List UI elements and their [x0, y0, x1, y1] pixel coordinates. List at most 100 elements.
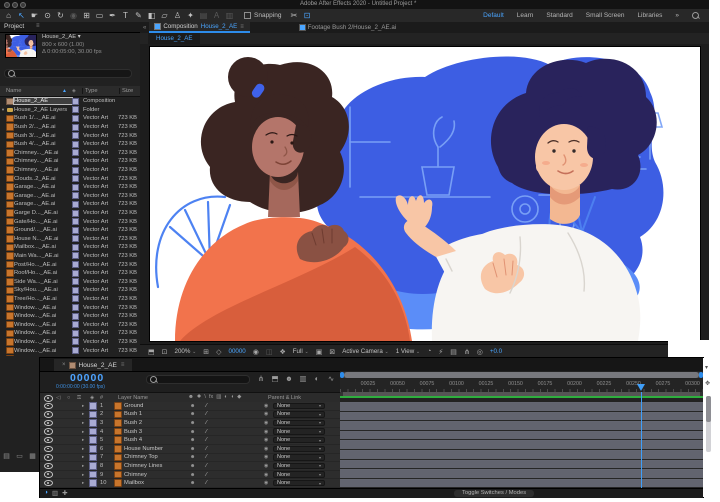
project-item-name[interactable]: Bush 3/..._AE.ai: [14, 133, 72, 139]
layer-name[interactable]: Bush 4: [124, 437, 186, 443]
layer-name[interactable]: Mailbox: [124, 480, 186, 486]
layer-visibility-eye-icon[interactable]: [44, 428, 53, 435]
layer-label-color[interactable]: [89, 436, 97, 444]
label-color-chip[interactable]: [72, 313, 79, 320]
grid-guides-icon[interactable]: ⊞: [203, 348, 209, 356]
project-item-name[interactable]: Bush 1/..._AE.ai: [14, 115, 72, 121]
channels-icon[interactable]: ❖: [279, 348, 285, 356]
parent-pick-whip-icon[interactable]: ◉: [264, 429, 268, 435]
label-color-chip[interactable]: [72, 330, 79, 337]
project-row[interactable]: Tree/Ho..._AE.aiVector Art723 KB: [0, 295, 140, 304]
timeline-vertical-scrollbar[interactable]: [706, 396, 711, 452]
parent-pick-whip-icon[interactable]: ◉: [264, 403, 268, 409]
label-color-chip[interactable]: [72, 347, 79, 354]
parent-link-column[interactable]: Parent & Link: [268, 395, 301, 401]
layer-visibility-eye-icon[interactable]: [44, 403, 53, 410]
parent-pick-whip-icon[interactable]: ◉: [264, 480, 268, 486]
shy-switch-icon[interactable]: ☻: [190, 437, 195, 443]
layer-visibility-eye-icon[interactable]: [44, 437, 53, 444]
transparency-grid-icon[interactable]: ⊠: [329, 348, 335, 356]
label-color-chip[interactable]: [72, 115, 79, 122]
roto-brush-tool-icon[interactable]: ♙: [171, 10, 184, 21]
project-row[interactable]: Bush 2/..._AE.aiVector Art723 KB: [0, 123, 140, 132]
layer-row[interactable]: ▸4Bush 3☻∕◉None▾: [40, 428, 340, 436]
quality-switch-icon[interactable]: ∕: [206, 472, 207, 478]
layer-label-color[interactable]: [89, 479, 97, 487]
label-column-icon[interactable]: ◈: [72, 88, 82, 94]
always-preview-icon[interactable]: ⬒: [148, 348, 155, 356]
shy-switch-icon[interactable]: ☻: [190, 472, 195, 478]
camera-select[interactable]: Active Camera ⌄: [342, 348, 389, 355]
project-item-name[interactable]: Garage..._AE.ai: [14, 184, 72, 190]
pan-behind-tool-icon[interactable]: ⊞: [80, 10, 93, 21]
snapping-checkbox[interactable]: [244, 12, 251, 19]
region-select-icon[interactable]: ⊡: [300, 10, 313, 21]
project-item-name[interactable]: Sky/Hou..._AE.ai: [14, 287, 72, 293]
column-type[interactable]: Type: [82, 88, 119, 94]
project-item-name[interactable]: Main Wa..._AE.ai: [14, 253, 72, 259]
panel-menu-icon[interactable]: ≡: [240, 24, 244, 30]
parent-pick-whip-icon[interactable]: ◉: [264, 411, 268, 417]
project-item-name[interactable]: Chimney..._AE.ai: [14, 150, 72, 156]
zoom-window-icon[interactable]: [20, 2, 26, 8]
timeline-search-input[interactable]: [146, 375, 250, 384]
label-color-chip[interactable]: [72, 227, 79, 234]
new-composition-icon[interactable]: ▦: [28, 452, 37, 461]
label-color-chip[interactable]: [72, 218, 79, 225]
parent-select[interactable]: None▾: [273, 471, 325, 478]
parent-pick-whip-icon[interactable]: ◉: [264, 420, 268, 426]
layer-label-color[interactable]: [89, 471, 97, 479]
layer-duration-bar[interactable]: [340, 479, 703, 488]
project-row[interactable]: House N..._AE.aiVector Art723 KB: [0, 235, 140, 244]
layer-duration-bar[interactable]: [340, 460, 703, 469]
hide-shy-layers-icon[interactable]: ☻: [284, 374, 294, 384]
timeline-button-icon[interactable]: ▤: [450, 348, 457, 356]
layer-expand-caret[interactable]: ▸: [82, 437, 84, 443]
project-item-name[interactable]: Window..._AE.ai: [14, 348, 72, 354]
layer-row[interactable]: ▸3Bush 2☻∕◉None▾: [40, 419, 340, 427]
layer-visibility-eye-icon[interactable]: [44, 480, 53, 487]
project-row[interactable]: Side Wa..._AE.aiVector Art723 KB: [0, 277, 140, 286]
canvas-artboard[interactable]: [150, 47, 700, 341]
label-color-chip[interactable]: [72, 304, 79, 311]
project-item-name[interactable]: Bush 2/..._AE.ai: [14, 124, 72, 130]
project-item-name[interactable]: Garage..._AE.ai: [14, 201, 72, 207]
project-item-name[interactable]: Window..._AE.ai: [14, 305, 72, 311]
project-row[interactable]: Garage..._AE.aiVector Art723 KB: [0, 183, 140, 192]
project-row[interactable]: ▾House_2_AE LayersFolder: [0, 106, 140, 115]
layer-number-column[interactable]: #: [100, 395, 103, 401]
layer-visibility-eye-icon[interactable]: [44, 446, 53, 453]
project-item-name[interactable]: Side Wa..._AE.ai: [14, 279, 72, 285]
timeline-tab[interactable]: × House_2_AE ≡: [54, 359, 132, 371]
vertical-scroll-thumb[interactable]: [706, 396, 711, 422]
view-layout-select[interactable]: 1 View ⌄: [396, 348, 420, 355]
layer-name[interactable]: Chimney Lines: [124, 463, 186, 469]
parent-select[interactable]: None▾: [273, 463, 325, 470]
hand-tool-icon[interactable]: ☛: [28, 10, 41, 21]
layer-duration-bar[interactable]: [340, 402, 703, 411]
mask-visibility-icon[interactable]: ◇: [216, 348, 221, 356]
quality-switch-icon[interactable]: ∕: [206, 446, 207, 452]
clone-stamp-tool-icon[interactable]: ◧: [145, 10, 158, 21]
project-item-name[interactable]: Window..._AE.ai: [14, 322, 72, 328]
layer-name[interactable]: Ground: [124, 403, 186, 409]
project-item-name[interactable]: Ground/..._AE.ai: [14, 227, 72, 233]
shy-switch-icon[interactable]: ☻: [190, 429, 195, 435]
parent-select[interactable]: None▾: [273, 403, 325, 410]
project-row[interactable]: Garge D..._AE.aiVector Art723 KB: [0, 209, 140, 218]
project-item-name[interactable]: Bush 4/..._AE.ai: [14, 141, 72, 147]
layer-name[interactable]: Chimney Top: [124, 454, 186, 460]
workspace-default[interactable]: Default: [483, 12, 504, 19]
layer-duration-bar[interactable]: [340, 450, 703, 459]
shy-switch-icon[interactable]: ☻: [190, 446, 195, 452]
minimize-window-icon[interactable]: [12, 2, 18, 8]
lock-column-icon[interactable]: ⚿: [77, 395, 81, 402]
shy-switch-icon[interactable]: ☻: [190, 403, 195, 409]
panel-menu-icon[interactable]: ≡: [121, 362, 125, 368]
layer-duration-bar[interactable]: [340, 469, 703, 478]
label-color-chip[interactable]: [72, 210, 79, 217]
new-folder-icon[interactable]: ▭: [15, 452, 24, 461]
label-color-chip[interactable]: [72, 192, 79, 199]
project-row[interactable]: Garage..._AE.aiVector Art723 KB: [0, 192, 140, 201]
label-color-chip[interactable]: [72, 261, 79, 268]
